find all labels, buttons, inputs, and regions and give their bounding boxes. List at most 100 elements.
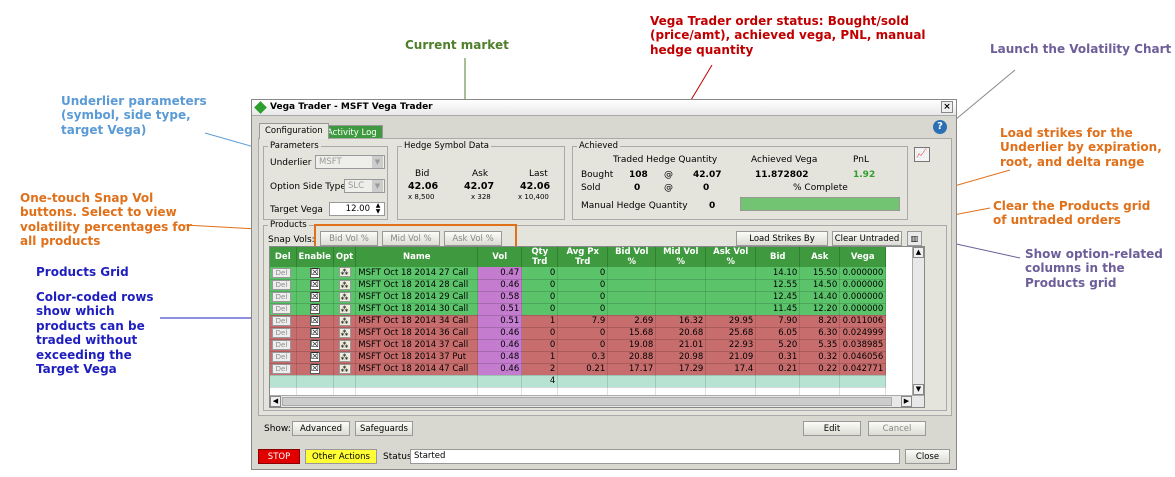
column-header[interactable]: Qty Trd <box>521 247 559 267</box>
column-header[interactable]: Vol <box>477 247 523 267</box>
enable-checkbox[interactable]: ☒ <box>309 304 320 314</box>
cell-vol: 0.46 <box>477 339 523 352</box>
bid-vol-button[interactable]: Bid Vol % <box>320 231 378 246</box>
mid-vol-button[interactable]: Mid Vol % <box>382 231 440 246</box>
vertical-scrollbar[interactable]: ▲ ▼ <box>912 247 924 407</box>
delete-button[interactable]: Del <box>272 292 291 302</box>
cell-avg: 0.3 <box>557 351 609 364</box>
option-chain-icon[interactable]: ⁂ <box>338 315 351 326</box>
column-header[interactable]: Vega <box>839 247 887 267</box>
safeguards-button[interactable]: Safeguards <box>355 421 413 436</box>
pnl-value: 1.92 <box>853 170 876 180</box>
scroll-right-icon[interactable]: ▶ <box>901 396 912 407</box>
cell-bidv: 19.08 <box>607 339 657 352</box>
option-chain-icon[interactable]: ⁂ <box>338 327 351 338</box>
table-row[interactable]: Del ☒ ⁂ MSFT Oct 18 2014 27 Call 0.47 0 0 14.10… <box>270 267 887 280</box>
scroll-left-icon[interactable]: ◀ <box>270 396 281 407</box>
annotation-option-columns: Show option-related columns in the Produ… <box>1025 247 1163 290</box>
hedge-ask: 42.07 <box>464 181 495 192</box>
close-window-icon[interactable]: × <box>941 101 953 113</box>
option-chain-icon[interactable]: ⁂ <box>338 339 351 350</box>
column-header[interactable]: Avg Px Trd <box>557 247 609 267</box>
spinner-icon[interactable]: ▲ ▼ <box>373 203 383 215</box>
column-header[interactable]: Mid Vol % <box>655 247 707 267</box>
cell-vega: 0.000000 <box>839 291 887 304</box>
option-chain-icon[interactable]: ⁂ <box>338 267 351 278</box>
column-header[interactable]: Enable <box>296 247 334 267</box>
delete-button[interactable]: Del <box>272 340 291 350</box>
scroll-down-icon[interactable]: ▼ <box>913 384 924 395</box>
enable-checkbox[interactable]: ☒ <box>309 340 320 350</box>
table-row[interactable]: Del ☒ ⁂ MSFT Oct 18 2014 37 Call 0.46 0 0 19.08… <box>270 339 887 352</box>
volatility-chart-icon[interactable]: 📈 <box>914 147 930 162</box>
cell-bidv <box>607 303 657 316</box>
achieved-vega-label: Achieved Vega <box>751 155 818 165</box>
delete-button[interactable]: Del <box>272 304 291 314</box>
help-icon[interactable]: ? <box>933 120 947 134</box>
traded-hedge-qty-label: Traded Hedge Quantity <box>613 155 718 165</box>
stop-button[interactable]: STOP <box>258 449 300 464</box>
scroll-up-icon[interactable]: ▲ <box>913 247 924 258</box>
edit-button[interactable]: Edit <box>803 421 861 436</box>
option-chain-icon[interactable]: ⁂ <box>338 351 351 362</box>
opt-cell: ⁂ <box>333 351 357 364</box>
total-cell <box>333 375 357 388</box>
column-header[interactable]: Name <box>355 247 479 267</box>
delete-button[interactable]: Del <box>272 352 291 362</box>
close-button[interactable]: Close <box>905 449 950 464</box>
total-cell <box>655 375 707 388</box>
column-header[interactable]: Del <box>270 247 297 267</box>
tab-activity-log[interactable]: Activity Log <box>321 125 383 139</box>
cell-midv: 21.01 <box>655 339 707 352</box>
cell-bid: 12.45 <box>755 291 801 304</box>
columns-icon[interactable]: ▥ <box>907 231 922 246</box>
annotation-current-market: Current market <box>405 38 509 52</box>
enable-checkbox[interactable]: ☒ <box>309 280 320 290</box>
column-header[interactable]: Ask Vol % <box>705 247 757 267</box>
horizontal-scroll-thumb[interactable] <box>282 397 892 406</box>
clear-untraded-button[interactable]: Clear Untraded <box>832 231 902 246</box>
annotation-launch-vol-chart: Launch the Volatility Chart <box>990 42 1172 56</box>
column-header[interactable]: Bid Vol % <box>607 247 657 267</box>
option-chain-icon[interactable]: ⁂ <box>338 303 351 314</box>
tab-configuration[interactable]: Configuration <box>259 123 329 139</box>
enable-checkbox[interactable]: ☒ <box>309 316 320 326</box>
column-header[interactable]: Ask <box>799 247 841 267</box>
other-actions-button[interactable]: Other Actions <box>305 449 377 464</box>
delete-button[interactable]: Del <box>272 280 291 290</box>
table-row[interactable]: Del ☒ ⁂ MSFT Oct 18 2014 30 Call 0.51 0 0 11.45… <box>270 303 887 316</box>
advanced-button[interactable]: Advanced <box>292 421 350 436</box>
status-field: Started <box>410 449 900 464</box>
cell-name: MSFT Oct 18 2014 36 Call <box>355 327 479 340</box>
table-row[interactable]: Del ☒ ⁂ MSFT Oct 18 2014 37 Put 0.48 1 0.3 20.8… <box>270 351 887 364</box>
enable-checkbox[interactable]: ☒ <box>309 364 320 374</box>
delete-button[interactable]: Del <box>272 267 291 278</box>
delete-button[interactable]: Del <box>272 328 291 338</box>
table-row[interactable]: Del ☒ ⁂ MSFT Oct 18 2014 28 Call 0.46 0 0 12.55… <box>270 279 887 292</box>
delete-button[interactable]: Del <box>272 316 291 326</box>
table-row[interactable]: Del ☒ ⁂ MSFT Oct 18 2014 47 Call 0.46 2 0.21 17… <box>270 363 887 376</box>
hedge-bid-label: Bid <box>415 169 430 179</box>
table-row[interactable]: Del ☒ ⁂ MSFT Oct 18 2014 34 Call 0.51 1 7.9 2.6… <box>270 315 887 328</box>
ask-vol-button[interactable]: Ask Vol % <box>444 231 502 246</box>
column-header[interactable]: Bid <box>755 247 801 267</box>
option-chain-icon[interactable]: ⁂ <box>338 363 351 374</box>
option-chain-icon[interactable]: ⁂ <box>338 279 351 290</box>
load-strikes-button[interactable]: Load Strikes By Delta <box>736 231 828 258</box>
enable-checkbox[interactable]: ☒ <box>309 352 320 362</box>
option-side-select[interactable]: SLC ▼ <box>344 179 385 193</box>
cell-vol: 0.47 <box>477 267 523 280</box>
option-chain-icon[interactable]: ⁂ <box>338 291 351 302</box>
delete-button[interactable]: Del <box>272 364 291 374</box>
horizontal-scrollbar[interactable]: ◀ ▶ <box>270 395 924 407</box>
enable-checkbox[interactable]: ☒ <box>309 292 320 302</box>
enable-checkbox[interactable]: ☒ <box>309 267 320 278</box>
column-header[interactable]: Opt <box>333 247 357 267</box>
cancel-button[interactable]: Cancel <box>868 421 926 436</box>
cell-qty: 0 <box>521 303 559 316</box>
table-row[interactable]: Del ☒ ⁂ MSFT Oct 18 2014 29 Call 0.58 0 0 12.45… <box>270 291 887 304</box>
enable-checkbox[interactable]: ☒ <box>309 328 320 338</box>
target-vega-stepper[interactable]: 12.00 ▲ ▼ <box>329 202 385 216</box>
underlier-select[interactable]: MSFT ▼ <box>315 155 385 169</box>
table-row[interactable]: Del ☒ ⁂ MSFT Oct 18 2014 36 Call 0.46 0 0 15.68… <box>270 327 887 340</box>
